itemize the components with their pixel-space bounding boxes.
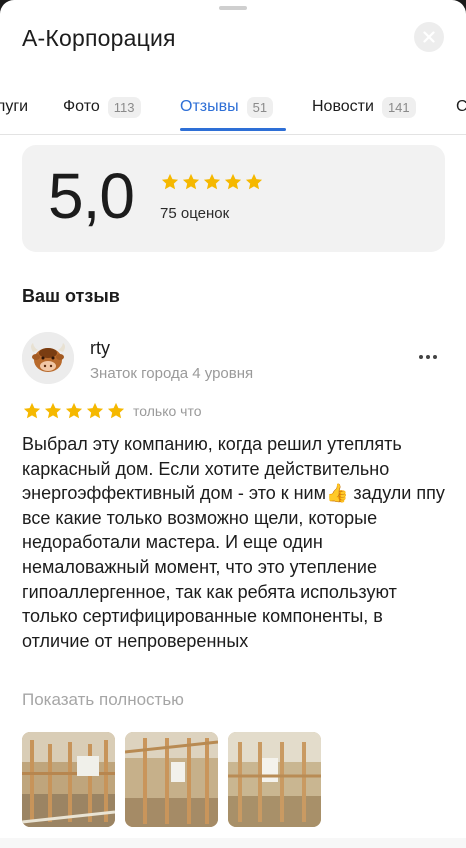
close-icon	[423, 31, 435, 43]
bull-icon	[22, 332, 74, 384]
close-button[interactable]	[414, 22, 444, 52]
star-icon	[182, 173, 200, 190]
tab-services[interactable]: луги	[0, 88, 28, 126]
tab-count-badge: 113	[107, 96, 141, 118]
star-icon	[161, 173, 179, 190]
review-text-part-2: задули ппу все какие только возможно щел…	[22, 483, 445, 651]
review-stars	[22, 401, 126, 421]
star-icon	[107, 402, 125, 419]
rating-summary-card: 5,0 75 оценок	[22, 145, 445, 252]
star-icon	[65, 402, 83, 419]
tab-photos[interactable]: Фото 113	[63, 88, 141, 126]
construction-photo-icon	[228, 732, 321, 827]
construction-photo-icon	[125, 732, 218, 827]
active-tab-indicator	[180, 128, 286, 131]
review-photo-3[interactable]	[228, 732, 321, 827]
section-title-my-review: Ваш отзыв	[22, 286, 120, 306]
avatar[interactable]	[22, 332, 74, 384]
review-author[interactable]: rty	[90, 338, 110, 359]
star-icon	[44, 402, 62, 419]
star-icon	[224, 173, 242, 190]
author-level: Знаток города 4 уровня	[90, 365, 254, 382]
review-text: Выбрал эту компанию, когда решил утеплят…	[22, 432, 452, 653]
star-icon	[203, 173, 221, 190]
tab-next[interactable]: С	[456, 88, 466, 126]
more-options-button[interactable]	[416, 345, 440, 369]
star-icon	[245, 173, 263, 190]
more-icon	[419, 355, 423, 359]
sheet-grabber[interactable]	[219, 6, 247, 10]
show-more-link[interactable]: Показать полностью	[22, 690, 184, 710]
tab-count-badge: 51	[246, 96, 274, 118]
bottom-sheet: А-Корпорация луги Фото 113 Отзывы 51 Нов…	[0, 0, 466, 848]
divider	[0, 134, 466, 135]
thumbs-up-emoji: 👍	[326, 483, 349, 504]
tab-bar: луги Фото 113 Отзывы 51 Новости 141 С	[0, 88, 466, 134]
review-time: только что	[133, 403, 202, 419]
rating-value: 5,0	[48, 160, 135, 232]
bottom-edge	[0, 838, 466, 848]
star-icon	[86, 402, 104, 419]
construction-photo-icon	[22, 732, 115, 827]
review-photo-2[interactable]	[125, 732, 218, 827]
star-icon	[23, 402, 41, 419]
rating-stars	[160, 172, 264, 192]
rating-count: 75 оценок	[160, 205, 230, 222]
page-title: А-Корпорация	[22, 25, 176, 51]
tab-reviews[interactable]: Отзывы 51	[180, 88, 274, 126]
review-photo-1[interactable]	[22, 732, 115, 827]
tab-news[interactable]: Новости 141	[312, 88, 416, 126]
tab-count-badge: 141	[381, 96, 416, 118]
